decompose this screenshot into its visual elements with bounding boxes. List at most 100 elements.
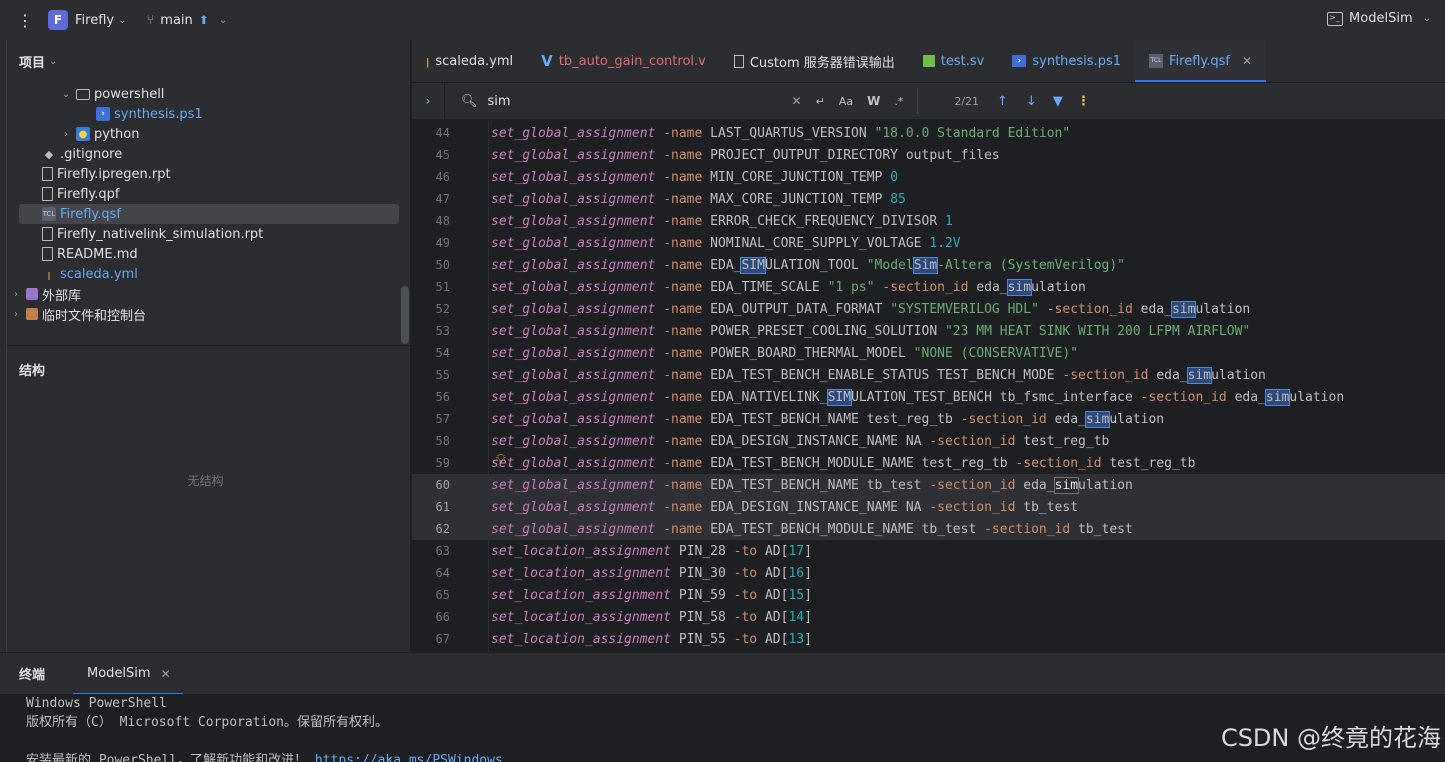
close-icon[interactable]: ✕	[161, 667, 171, 681]
filter-icon[interactable]: ▼	[1053, 94, 1063, 109]
close-icon[interactable]: ✕	[1242, 54, 1252, 68]
line-number[interactable]: 54	[412, 346, 450, 360]
line-number[interactable]: 45	[412, 148, 450, 162]
code-line[interactable]: 57 set_global_assignment -name EDA_TEST_B…	[412, 408, 1445, 430]
line-number[interactable]: 56	[412, 390, 450, 404]
branch-widget[interactable]: ⑂ main ⬆ ⌄	[146, 13, 227, 28]
chevron-right-icon[interactable]: ›	[10, 309, 22, 320]
run-configuration[interactable]: >_ ModelSim ⌄	[1327, 11, 1431, 26]
line-number[interactable]: 67	[412, 632, 450, 646]
line-number[interactable]: 55	[412, 368, 450, 382]
line-number[interactable]: 49	[412, 236, 450, 250]
tree-item[interactable]: ◆ .gitignore	[8, 144, 399, 164]
chevron-right-icon[interactable]: ›	[10, 289, 22, 300]
tree-item[interactable]: TCL Firefly.qsf	[19, 204, 399, 224]
line-number[interactable]: 47	[412, 192, 450, 206]
tree-item[interactable]: › synthesis.ps1	[8, 104, 399, 124]
line-number[interactable]: 53	[412, 324, 450, 338]
line-number[interactable]: 60	[412, 478, 450, 492]
code-line[interactable]: 62 set_global_assignment -name EDA_TEST_B…	[412, 518, 1445, 540]
code-line[interactable]: 59 set_global_assignment -name EDA_TEST_B…	[412, 452, 1445, 474]
code-line[interactable]: 45 set_global_assignment -name PROJECT_OU…	[412, 144, 1445, 166]
code-line[interactable]: 48 set_global_assignment -name ERROR_CHEC…	[412, 210, 1445, 232]
editor-tab[interactable]: › synthesis.ps1	[998, 40, 1135, 82]
editor-tab[interactable]: Vtb_auto_gain_control.v	[527, 40, 720, 82]
tree-scrollbar[interactable]	[401, 286, 409, 344]
line-number[interactable]: 44	[412, 126, 450, 140]
chevron-down-icon[interactable]: ⌄	[60, 89, 72, 100]
line-number[interactable]: 63	[412, 544, 450, 558]
code-line[interactable]: 47 set_global_assignment -name MAX_CORE_J…	[412, 188, 1445, 210]
editor-tab[interactable]: Custom 服务器错误输出	[720, 40, 909, 82]
code-token: sim	[1186, 366, 1213, 384]
code-line[interactable]: 64 set_location_assignment PIN_30 -to AD[…	[412, 562, 1445, 584]
tree-item[interactable]: › 外部库	[8, 284, 399, 304]
line-number[interactable]: 48	[412, 214, 450, 228]
tree-item[interactable]: › 临时文件和控制台	[8, 304, 399, 324]
tree-item[interactable]: ꞁ scaleda.yml	[8, 264, 399, 284]
panel-divider[interactable]	[0, 345, 411, 346]
project-badge[interactable]: F	[48, 10, 68, 30]
line-number[interactable]: 50	[412, 258, 450, 272]
line-number[interactable]: 64	[412, 566, 450, 580]
words-toggle[interactable]: W	[867, 94, 880, 108]
tree-item[interactable]: Firefly.ipregen.rpt	[8, 164, 399, 184]
newline-icon[interactable]: ↵	[816, 95, 825, 108]
line-number[interactable]: 57	[412, 412, 450, 426]
code-line[interactable]: 60 set_global_assignment -name EDA_TEST_B…	[412, 474, 1445, 496]
code-line[interactable]: 61 set_global_assignment -name EDA_DESIGN…	[412, 496, 1445, 518]
line-number[interactable]: 58	[412, 434, 450, 448]
editor-tab[interactable]: test.sv	[909, 40, 999, 82]
expand-replace-icon[interactable]: ›	[412, 94, 444, 108]
code-line[interactable]: 50 set_global_assignment -name EDA_ SIM ULA…	[412, 254, 1445, 276]
tree-item[interactable]: › ● python	[8, 124, 399, 144]
tree-item[interactable]: ⌄ powershell	[8, 84, 399, 104]
code-line[interactable]: 56 set_global_assignment -name EDA_NATIVE…	[412, 386, 1445, 408]
line-number[interactable]: 46	[412, 170, 450, 184]
code-line[interactable]: 58 set_global_assignment -name EDA_DESIGN…	[412, 430, 1445, 452]
title-bar: ⋮ F Firefly ⌄ ⑂ main ⬆ ⌄ >_ ModelSim ⌄	[0, 0, 1445, 40]
line-number[interactable]: 62	[412, 522, 450, 536]
line-number[interactable]: 65	[412, 588, 450, 602]
match-case-toggle[interactable]: Aa	[839, 95, 853, 108]
code-line[interactable]: 49 set_global_assignment -name NOMINAL_CO…	[412, 232, 1445, 254]
code-line[interactable]: 65 set_location_assignment PIN_59 -to AD[…	[412, 584, 1445, 606]
chevron-down-icon[interactable]: ⌄	[49, 56, 57, 67]
code-line[interactable]: 66 set_location_assignment PIN_58 -to AD[…	[412, 606, 1445, 628]
tree-item[interactable]: Firefly_nativelink_simulation.rpt	[8, 224, 399, 244]
code-line[interactable]: 52 set_global_assignment -name EDA_OUTPUT…	[412, 298, 1445, 320]
code-line[interactable]: 55 set_global_assignment -name EDA_TEST_B…	[412, 364, 1445, 386]
tree-item[interactable]: README.md	[8, 244, 399, 264]
code-line[interactable]: 44 set_global_assignment -name LAST_QUART…	[412, 122, 1445, 144]
more-options-icon[interactable]: ⋮	[1077, 94, 1090, 109]
editor-tab[interactable]: ꞁ scaleda.yml	[412, 40, 527, 82]
line-number[interactable]: 52	[412, 302, 450, 316]
code-line[interactable]: 46 set_global_assignment -name MIN_CORE_J…	[412, 166, 1445, 188]
code-editor[interactable]: 💡︎ 44 set_global_assignment -name LAST_QU…	[412, 121, 1445, 652]
regex-toggle[interactable]: .*	[894, 95, 903, 108]
chevron-right-icon[interactable]: ›	[60, 129, 72, 140]
search-input[interactable]: sim	[488, 94, 788, 109]
main-menu-icon[interactable]: ⋮	[16, 11, 34, 30]
editor-tab[interactable]: TCL Firefly.qsf ✕	[1135, 40, 1267, 82]
line-number[interactable]: 66	[412, 610, 450, 624]
code-line[interactable]: 67 set_location_assignment PIN_55 -to AD[…	[412, 628, 1445, 650]
chevron-down-icon[interactable]: ⌄	[118, 15, 126, 26]
code-line[interactable]: 53 set_global_assignment -name POWER_PRES…	[412, 320, 1445, 342]
code-line[interactable]: 63 set_location_assignment PIN_28 -to AD[…	[412, 540, 1445, 562]
project-panel-header[interactable]: 项目 ⌄	[0, 40, 410, 82]
code-token: set_global_assignment	[491, 279, 656, 295]
line-number[interactable]: 51	[412, 280, 450, 294]
terminal-tab-modelsim[interactable]: ModelSim ✕	[73, 653, 183, 695]
project-name[interactable]: Firefly	[75, 13, 114, 28]
previous-occurrence-icon[interactable]: ↑	[997, 94, 1008, 109]
code-line[interactable]: 51 set_global_assignment -name EDA_TIME_S…	[412, 276, 1445, 298]
clear-icon[interactable]: ✕	[792, 94, 802, 108]
search-icon[interactable]: 🔍︎	[461, 94, 478, 109]
line-number[interactable]: 59	[412, 456, 450, 470]
line-number[interactable]: 61	[412, 500, 450, 514]
code-line[interactable]: 54 set_global_assignment -name POWER_BOAR…	[412, 342, 1445, 364]
next-occurrence-icon[interactable]: ↓	[1026, 94, 1037, 109]
terminal-link[interactable]: https://aka.ms/PSWindows	[315, 753, 503, 762]
tree-item[interactable]: Firefly.qpf	[8, 184, 399, 204]
